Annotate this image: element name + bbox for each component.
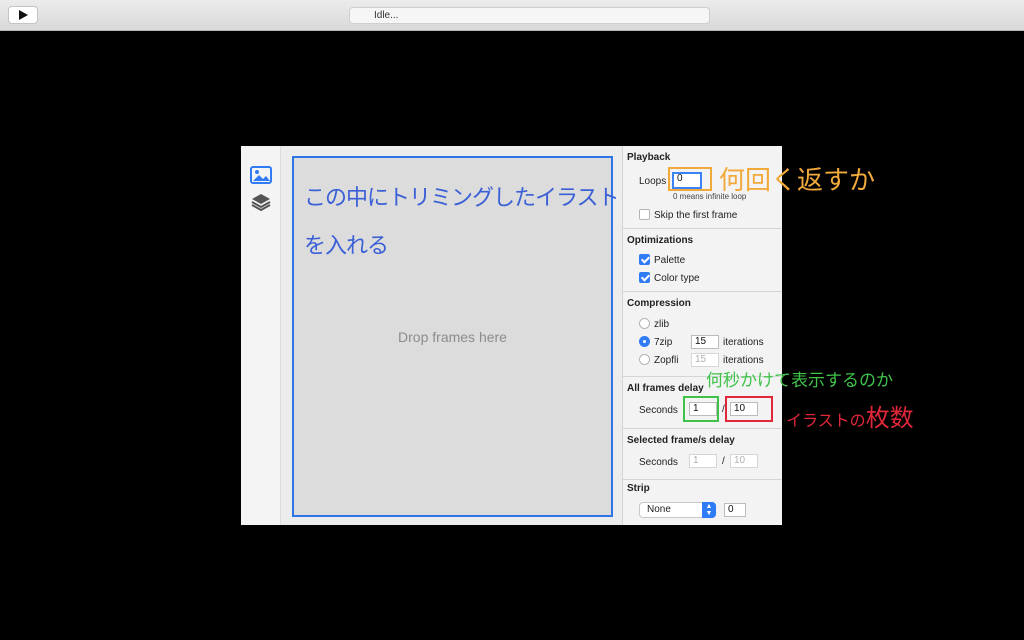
- selected-frames-delay-denominator[interactable]: 10: [730, 454, 758, 468]
- zlib-label: zlib: [654, 319, 670, 330]
- selected-frames-seconds-label: Seconds: [639, 457, 678, 468]
- drop-frames-placeholder: Drop frames here: [398, 329, 507, 345]
- skip-first-frame-label: Skip the first frame: [654, 210, 738, 221]
- all-frames-delay-title: All frames delay: [627, 383, 704, 394]
- compression-section: Compression zlib 7zip 15 iterations Zopf…: [623, 292, 782, 377]
- playback-title: Playback: [627, 152, 671, 163]
- frames-drop-zone[interactable]: この中にトリミングしたイラスト を入れる Drop frames here: [292, 156, 620, 517]
- optimizations-title: Optimizations: [627, 235, 694, 246]
- loops-label: Loops: [639, 176, 667, 187]
- zopfli-iterations-label: iterations: [723, 355, 764, 366]
- sidebar: [241, 146, 281, 525]
- play-icon: [19, 10, 28, 20]
- palette-label: Palette: [654, 255, 686, 266]
- loops-annotation: 何回く返すか: [719, 166, 876, 196]
- selected-frames-delay-section: Selected frame/s delay Seconds 1 / 10: [623, 429, 782, 480]
- strip-title: Strip: [627, 483, 650, 494]
- zopfli-radio[interactable]: [639, 354, 650, 365]
- optimizations-section: Optimizations Palette Color type: [623, 229, 782, 292]
- chevron-updown-icon: ▲ ▼: [702, 502, 716, 518]
- palette-checkbox[interactable]: [639, 254, 650, 265]
- seconds-annotation: 何秒かけて表示するのか: [706, 371, 893, 391]
- selected-frames-delay-separator: /: [722, 456, 725, 467]
- numerator-highlight-box: [683, 396, 719, 422]
- settings-panel: Playback Loops 0 0 means infinite loop S…: [622, 146, 782, 525]
- toolbar: Idle...: [0, 0, 1024, 31]
- main-window: この中にトリミングしたイラスト を入れる Drop frames here Pl…: [241, 146, 782, 525]
- skip-first-frame-checkbox[interactable]: [639, 209, 650, 220]
- color-type-label: Color type: [654, 273, 700, 284]
- selected-frames-delay-numerator[interactable]: 1: [689, 454, 717, 468]
- frames-annotation: イラストの枚数: [786, 398, 914, 433]
- 7zip-label: 7zip: [654, 337, 673, 348]
- zopfli-label: Zopfli: [654, 355, 679, 366]
- drop-zone-annotation-line2: を入れる: [304, 234, 389, 259]
- zlib-radio[interactable]: [639, 318, 650, 329]
- color-type-checkbox[interactable]: [639, 272, 650, 283]
- drop-zone-annotation-line1: この中にトリミングしたイラスト: [304, 186, 620, 211]
- strip-selected-option: None: [647, 504, 671, 515]
- denominator-highlight-box: [725, 396, 773, 422]
- status-field: Idle...: [349, 7, 710, 24]
- frames-annotation-prefix: イラストの: [786, 411, 866, 430]
- loops-highlight-box: [668, 167, 712, 191]
- 7zip-iterations-label: iterations: [723, 337, 764, 348]
- strip-select[interactable]: None ▲ ▼: [639, 502, 716, 518]
- layers-icon[interactable]: [250, 192, 272, 212]
- 7zip-radio[interactable]: [639, 336, 650, 347]
- image-icon[interactable]: [250, 165, 272, 185]
- frames-annotation-suffix: 枚数: [865, 404, 914, 432]
- strip-value-input[interactable]: 0: [724, 503, 746, 517]
- all-frames-seconds-label: Seconds: [639, 405, 678, 416]
- selected-frames-delay-title: Selected frame/s delay: [627, 435, 735, 446]
- zopfli-iterations-input[interactable]: 15: [691, 353, 719, 367]
- compression-title: Compression: [627, 298, 691, 309]
- 7zip-iterations-input[interactable]: 15: [691, 335, 719, 349]
- play-button[interactable]: [8, 6, 38, 24]
